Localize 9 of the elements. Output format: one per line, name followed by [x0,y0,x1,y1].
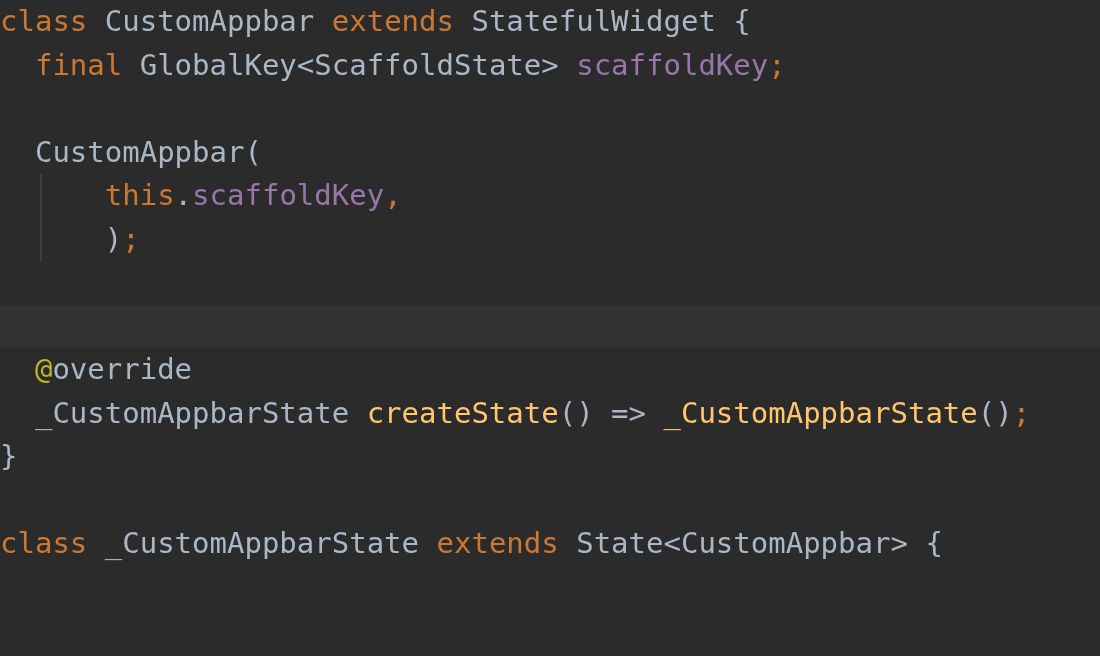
code-text: final GlobalKey<ScaffoldState> scaffoldKey; [33,46,786,84]
code-text: @override [33,351,193,388]
code-text: ); [103,220,140,258]
code-text: _CustomAppbarState createState() => _CustomAppbarState(); [33,394,1031,432]
code-text: this.scaffoldKey, [103,177,402,214]
code-text: } [0,438,18,475]
code-text: CustomAppbar( [33,133,262,171]
code-text: class _CustomAppbarState extends State<CustomAppbar> { [0,525,943,562]
code-text: class CustomAppbar extends StatefulWidget { [0,3,751,40]
